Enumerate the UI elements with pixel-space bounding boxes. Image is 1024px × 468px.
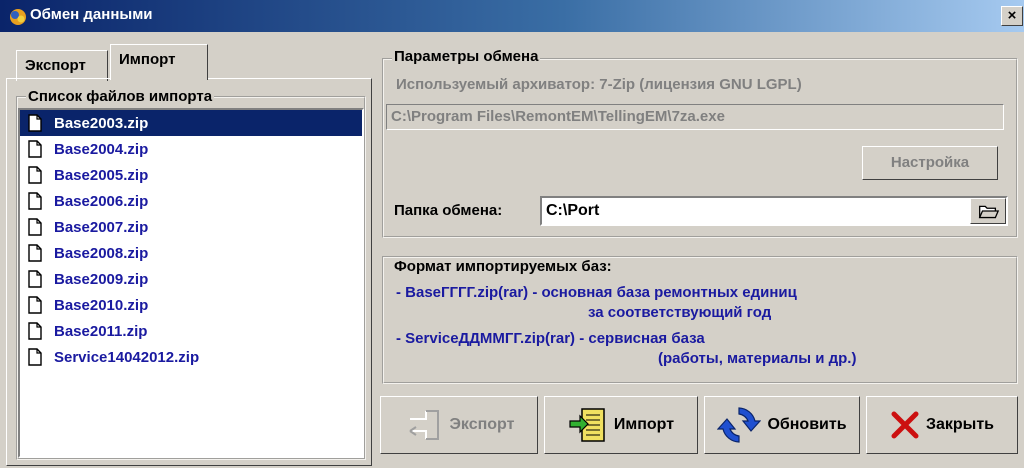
close-button[interactable]: Закрыть xyxy=(866,396,1018,454)
exchange-folder-value: C:\Port xyxy=(546,202,600,219)
list-item[interactable]: Base2010.zip xyxy=(20,292,362,318)
exchange-folder-label: Папка обмена: xyxy=(394,202,503,219)
window-title: Обмен данными xyxy=(30,6,153,23)
file-icon xyxy=(28,244,42,262)
app-icon xyxy=(10,9,26,25)
format-line-service-note: (работы, материалы и др.) xyxy=(658,350,857,367)
refresh-button-label: Обновить xyxy=(767,416,847,433)
open-folder-icon xyxy=(978,205,1000,219)
export-button[interactable]: Экспорт xyxy=(380,396,538,454)
list-item[interactable]: Base2007.zip xyxy=(20,214,362,240)
close-icon: × xyxy=(1007,7,1017,24)
import-button[interactable]: Импорт xyxy=(544,396,698,454)
close-button-label: Закрыть xyxy=(925,416,995,433)
format-line-base-note: за соответствующий год xyxy=(588,304,772,321)
file-icon xyxy=(28,348,42,366)
file-name: Base2003.zip xyxy=(54,114,149,132)
tab-import-label: Импорт xyxy=(119,51,176,68)
list-item[interactable]: Base2003.zip xyxy=(20,110,362,136)
list-item[interactable]: Base2011.zip xyxy=(20,318,362,344)
export-button-label: Экспорт xyxy=(449,416,515,433)
format-line-base: - BaseГГГГ.zip(rar) - основная база ремо… xyxy=(396,284,797,301)
file-icon xyxy=(28,166,42,184)
refresh-button[interactable]: Обновить xyxy=(704,396,860,454)
list-item[interactable]: Service14042012.zip xyxy=(20,344,362,370)
title-bar: Обмен данными × xyxy=(0,0,1024,32)
file-name: Base2007.zip xyxy=(54,218,149,236)
list-item[interactable]: Base2008.zip xyxy=(20,240,362,266)
file-icon xyxy=(28,140,42,158)
file-name: Base2006.zip xyxy=(54,192,149,210)
file-name: Base2004.zip xyxy=(54,140,149,158)
file-name: Base2010.zip xyxy=(54,296,149,314)
import-icon xyxy=(569,408,605,442)
file-name: Service14042012.zip xyxy=(54,348,200,366)
file-name: Base2011.zip xyxy=(54,322,148,340)
file-name: Base2009.zip xyxy=(54,270,149,288)
format-line-service: - ServiceДДММГГ.zip(rar) - сервисная баз… xyxy=(396,330,705,347)
file-name: Base2008.zip xyxy=(54,244,149,262)
file-name: Base2005.zip xyxy=(54,166,149,184)
tab-export[interactable]: Экспорт xyxy=(16,50,108,81)
import-button-label: Импорт xyxy=(613,416,675,433)
settings-button[interactable]: Настройка xyxy=(862,146,998,180)
list-item[interactable]: Base2004.zip xyxy=(20,136,362,162)
tab-export-label: Экспорт xyxy=(25,57,86,74)
import-format-group-label: Формат импортируемых баз: xyxy=(392,258,614,275)
browse-folder-button[interactable] xyxy=(970,198,1006,224)
list-item[interactable]: Base2009.zip xyxy=(20,266,362,292)
close-x-icon xyxy=(891,411,919,439)
close-window-button[interactable]: × xyxy=(1001,6,1023,26)
tab-import[interactable]: Импорт xyxy=(110,44,208,80)
file-icon xyxy=(28,192,42,210)
import-files-group-label: Список файлов импорта xyxy=(26,88,215,105)
archiver-path-field: C:\Program Files\RemontEM\TellingEM\7za.… xyxy=(386,104,1004,130)
settings-button-label: Настройка xyxy=(890,154,970,171)
file-icon xyxy=(28,322,42,340)
file-icon xyxy=(28,296,42,314)
archiver-label: Используемый архиватор: 7-Zip (лицензия … xyxy=(396,76,802,93)
list-item[interactable]: Base2006.zip xyxy=(20,188,362,214)
file-icon xyxy=(28,270,42,288)
list-item[interactable]: Base2005.zip xyxy=(20,162,362,188)
exchange-folder-input[interactable]: C:\Port xyxy=(540,196,1008,226)
refresh-icon xyxy=(717,407,762,443)
archiver-path-value: C:\Program Files\RemontEM\TellingEM\7za.… xyxy=(391,108,725,125)
export-icon xyxy=(408,410,439,440)
file-icon xyxy=(28,218,42,236)
import-files-list[interactable]: Base2003.zip Base2004.zip Base2005.zip B… xyxy=(18,108,364,458)
exchange-params-group-label: Параметры обмена xyxy=(392,48,541,65)
file-icon xyxy=(28,114,42,132)
